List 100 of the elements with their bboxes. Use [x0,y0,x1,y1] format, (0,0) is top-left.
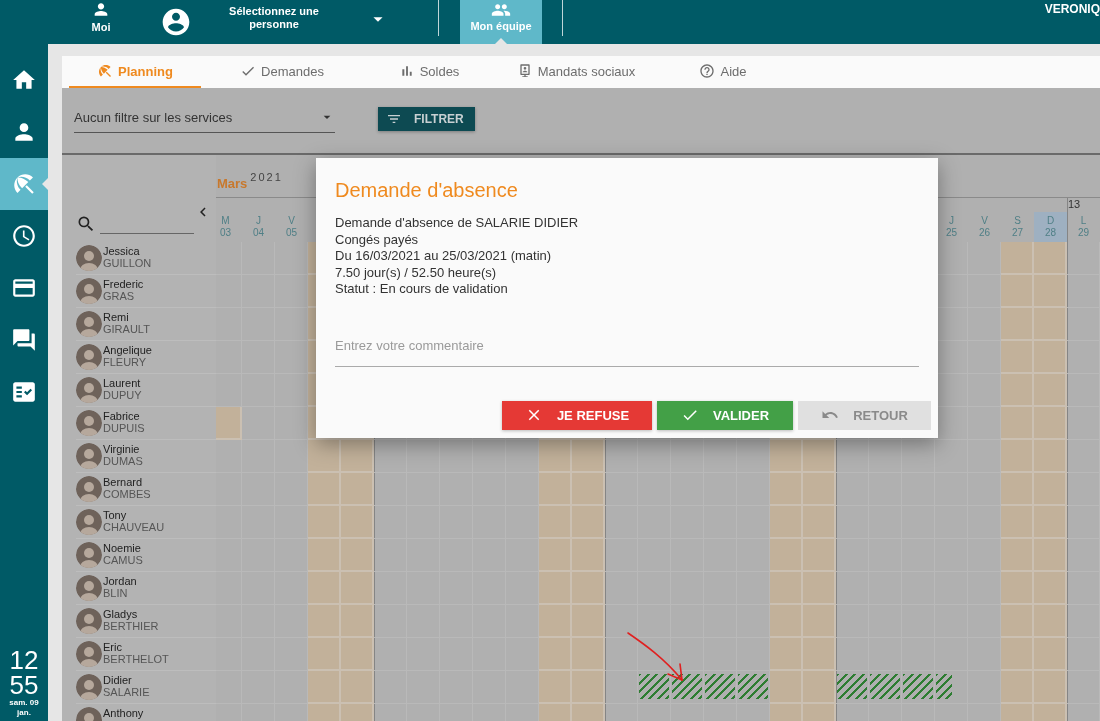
day-cell[interactable] [671,638,704,671]
day-cell[interactable] [836,572,869,605]
day-cell[interactable] [869,440,902,473]
weekend-cell [1034,638,1067,671]
day-cell[interactable] [473,440,506,473]
day-cell[interactable] [242,407,275,440]
day-cell[interactable] [216,440,242,473]
day-cell[interactable] [242,374,275,407]
day-cell[interactable] [374,539,407,572]
weekend-cell [803,605,836,638]
absence-cell[interactable] [902,671,935,704]
day-cell[interactable] [1067,341,1100,374]
day-cell[interactable] [1067,605,1100,638]
day-header[interactable]: J 25 [935,212,968,242]
year-label: 2021 [250,171,283,183]
day-cell[interactable] [671,440,704,473]
day-cell[interactable] [407,440,440,473]
absence-cell[interactable] [836,671,869,704]
service-filter-dropdown[interactable]: Aucun filtre sur les services [74,102,335,133]
day-cell[interactable] [638,440,671,473]
day-cell[interactable] [1067,572,1100,605]
day-cell[interactable] [836,638,869,671]
comment-field[interactable]: Entrez votre commentaire [335,337,919,367]
day-cell[interactable] [1067,374,1100,407]
day-header[interactable]: V 05 [275,212,308,242]
filter-button[interactable]: FILTRER [378,107,475,131]
weekend-cell [1001,572,1034,605]
day-cell[interactable] [836,473,869,506]
weekend-cell [770,506,803,539]
day-header[interactable]: M 03 [216,212,242,242]
weekend-cell [803,638,836,671]
day-cell[interactable] [902,440,935,473]
tab[interactable]: Mandats sociaux [510,56,642,88]
day-cell[interactable] [1067,407,1100,440]
day-cell[interactable] [374,506,407,539]
absence-cell[interactable] [935,671,968,704]
day-cell[interactable] [1067,242,1100,275]
day-cell[interactable] [1067,671,1100,704]
day-cell[interactable] [704,440,737,473]
absence-cell[interactable] [704,671,737,704]
day-cell[interactable] [374,638,407,671]
day-header[interactable]: V 26 [968,212,1001,242]
day-cell[interactable] [605,572,638,605]
day-cell[interactable] [374,440,407,473]
day-cell[interactable] [1067,539,1100,572]
day-header[interactable]: D 28 [1034,212,1067,242]
day-cell[interactable] [1067,506,1100,539]
day-cell[interactable] [605,473,638,506]
absence-cell[interactable] [638,671,671,704]
weekend-cell [572,473,605,506]
day-cell[interactable] [374,572,407,605]
tab[interactable]: Soldes [363,56,495,88]
day-cell[interactable] [605,638,638,671]
day-cell[interactable] [374,473,407,506]
absence-cell[interactable] [737,671,770,704]
clock-month: jan. [16,708,32,718]
avatar-icon [76,311,102,337]
day-cell[interactable] [1067,473,1100,506]
user-name[interactable]: VERONIQ [1044,0,1100,44]
day-cell[interactable] [605,440,638,473]
day-cell[interactable] [605,506,638,539]
avatar-icon [76,443,102,469]
day-cell[interactable] [836,440,869,473]
team-tab[interactable]: Mon équipe [460,0,542,44]
weekend-cell [308,539,341,572]
day-cell[interactable] [836,539,869,572]
refuse-button[interactable]: JE REFUSE [502,400,652,430]
absence-cell[interactable] [869,671,902,704]
day-cell[interactable] [605,539,638,572]
first-name: Noemie [103,542,142,554]
day-cell[interactable] [935,440,968,473]
weekend-cell [1034,242,1067,275]
day-off-cell[interactable] [216,407,242,440]
person-select[interactable]: Sélectionnez une personne [214,5,334,31]
day-cell[interactable] [242,440,275,473]
day-cell[interactable] [638,605,671,638]
day-cell[interactable] [1067,275,1100,308]
first-name: Virginie [103,443,141,455]
day-header[interactable]: J 04 [242,212,275,242]
me-label[interactable]: Moi [91,21,111,33]
day-cell[interactable] [1067,308,1100,341]
absence-cell[interactable] [671,671,704,704]
day-cell[interactable] [1067,440,1100,473]
day-cell[interactable] [638,638,671,671]
day-cell[interactable] [836,605,869,638]
tab[interactable]: Aide [657,56,789,88]
validate-button[interactable]: VALIDER [657,400,793,430]
day-header[interactable]: L 29 [1067,212,1100,242]
day-cell[interactable] [374,671,407,704]
day-cell[interactable] [605,671,638,704]
weekend-cell [803,539,836,572]
day-header[interactable]: S 27 [1001,212,1034,242]
day-cell[interactable] [836,506,869,539]
request-detail: Demande d'absence de SALARIE DIDIER [335,215,579,232]
day-cell[interactable] [374,605,407,638]
day-cell[interactable] [605,605,638,638]
day-cell[interactable] [440,440,473,473]
day-cell[interactable] [1067,638,1100,671]
avatar-icon [76,278,102,304]
tab[interactable]: Demandes [216,56,348,88]
